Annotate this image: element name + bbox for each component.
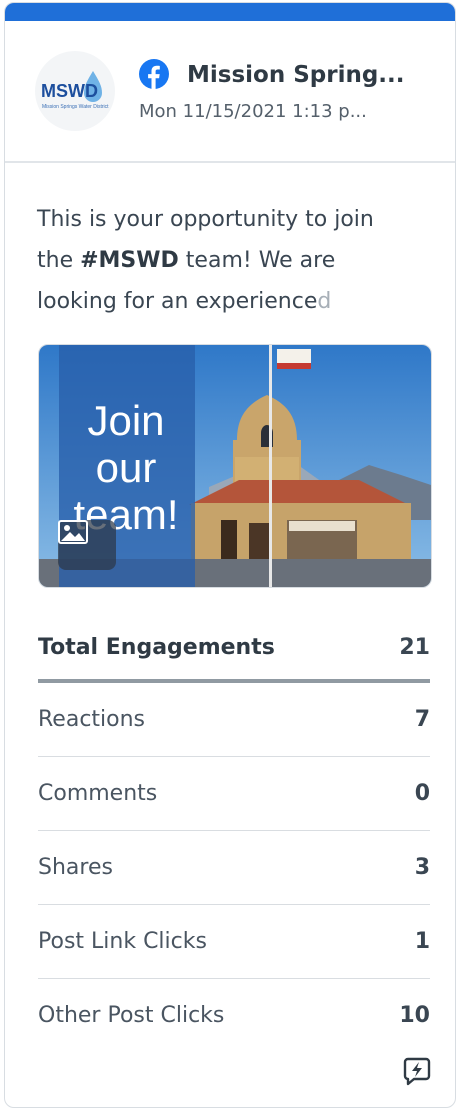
lightning-chat-icon[interactable]	[403, 1056, 431, 1086]
body-text-segment: the	[37, 248, 81, 273]
facebook-icon	[139, 59, 169, 89]
stat-row-other-post-clicks: Other Post Clicks 10	[38, 979, 430, 1052]
post-card[interactable]: MSWD Mission Springs Water District Miss…	[4, 2, 456, 1108]
stat-label: Comments	[38, 781, 158, 806]
stat-label: Post Link Clicks	[38, 929, 207, 954]
stat-label: Total Engagements	[38, 634, 275, 660]
post-body-line-3: looking for an experienced	[37, 281, 437, 322]
stat-label: Reactions	[38, 707, 146, 732]
stat-value: 1	[414, 929, 430, 954]
body-text-segment: team! We are	[178, 248, 336, 273]
stat-value: 10	[399, 1003, 430, 1028]
post-date: Mon 11/15/2021 1:13 p...	[139, 101, 367, 122]
stat-label: Shares	[38, 855, 113, 880]
logo-text: MSWD	[41, 81, 98, 101]
stat-row-comments: Comments 0	[38, 757, 430, 831]
post-body-line-1: This is your opportunity to join	[37, 207, 374, 232]
stat-value: 21	[399, 634, 430, 660]
stat-row-reactions: Reactions 7	[38, 683, 430, 757]
body-text-segment: looking for an experience	[37, 289, 318, 314]
engagement-stats: Total Engagements 21 Reactions 7 Comment…	[38, 615, 430, 1052]
stat-row-post-link-clicks: Post Link Clicks 1	[38, 905, 430, 979]
stat-label: Other Post Clicks	[38, 1003, 225, 1028]
body-text-fade: d	[317, 289, 332, 314]
stat-value: 0	[414, 781, 430, 806]
account-name[interactable]: Mission Spring...	[187, 59, 427, 91]
stat-value: 7	[414, 707, 430, 732]
stat-row-total-engagements: Total Engagements 21	[38, 615, 430, 683]
image-overlay-text: Join our team!	[73, 397, 179, 538]
hashtag-link[interactable]: #MSWD	[80, 248, 179, 273]
account-avatar[interactable]: MSWD Mission Springs Water District	[35, 51, 115, 131]
mswd-logo: MSWD Mission Springs Water District	[41, 71, 109, 110]
card-top-accent-bar	[5, 3, 455, 21]
stat-row-shares: Shares 3	[38, 831, 430, 905]
post-body-text: This is your opportunity to join the #MS…	[37, 199, 437, 322]
post-body-line-2: the #MSWD team! We are	[37, 240, 437, 281]
logo-subtext: Mission Springs Water District	[42, 104, 109, 110]
image-icon	[58, 520, 116, 570]
stat-value: 3	[414, 855, 430, 880]
post-image[interactable]: Join our team!	[38, 344, 432, 588]
